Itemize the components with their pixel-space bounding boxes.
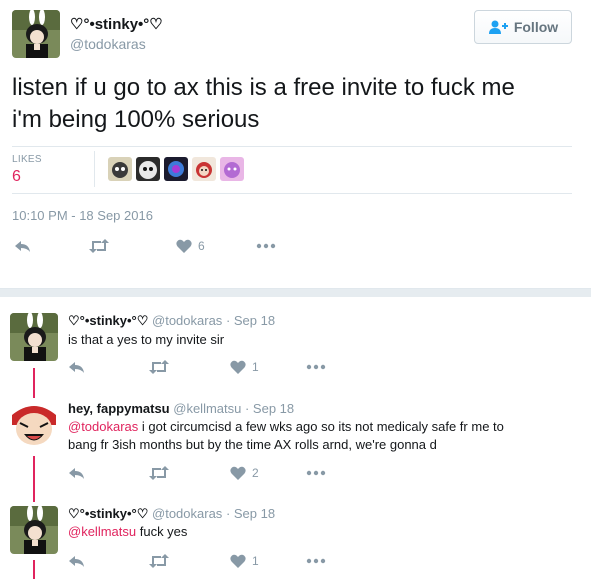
liker-avatar[interactable] (192, 157, 216, 181)
follow-button[interactable]: Follow (474, 10, 572, 44)
liker-avatar[interactable] (136, 157, 160, 181)
reply-button[interactable] (68, 553, 148, 569)
reply-text: @todokaras i got circumcisd a few wks ag… (68, 418, 568, 454)
heart-icon (230, 466, 246, 480)
liker-avatar[interactable] (164, 157, 188, 181)
user-handle[interactable]: @todokaras (152, 313, 222, 328)
like-button[interactable]: 2 (230, 466, 306, 481)
tweet-text: listen if u go to ax this is a free invi… (12, 72, 582, 136)
like-count: 6 (198, 239, 205, 253)
retweet-button[interactable] (148, 553, 230, 569)
tweet-text-line: i'm being 100% serious (12, 106, 260, 133)
tweet-actions: 1 (68, 553, 326, 569)
retweet-icon (149, 360, 169, 374)
timestamp[interactable]: 10:10 PM - 18 Sep 2016 (12, 208, 153, 223)
heart-icon (230, 360, 246, 374)
reply-icon (69, 362, 84, 373)
reply-icon (69, 556, 84, 567)
reply-text-part: bang fr 3ish months but by the time AX r… (68, 437, 437, 452)
mention-link[interactable]: @todokaras (68, 419, 138, 434)
more-button[interactable] (306, 558, 326, 564)
main-tweet: ♡°•stinky•°♡ @todokaras Follow listen if… (0, 0, 591, 288)
heart-icon (230, 554, 246, 568)
display-name[interactable]: ♡°•stinky•°♡ (68, 313, 148, 328)
retweet-icon (149, 466, 169, 480)
tweet-actions: 2 (68, 465, 326, 481)
user-handle[interactable]: @todokaras (152, 506, 222, 521)
reply-date[interactable]: · Sep 18 (245, 401, 294, 416)
more-button[interactable] (306, 364, 326, 370)
reply-text: @kellmatsu fuck yes (68, 523, 568, 541)
liker-avatar[interactable] (220, 157, 244, 181)
reply-icon (15, 241, 30, 252)
follow-label: Follow (513, 19, 559, 35)
divider (12, 146, 572, 147)
reply-tweet: hey, fappymatsu @kellmatsu · Sep 18 @tod… (0, 393, 591, 498)
reply-text: is that a yes to my invite sir (68, 332, 225, 347)
display-name[interactable]: hey, fappymatsu (68, 401, 170, 416)
user-handle[interactable]: @kellmatsu (173, 401, 241, 416)
reply-date[interactable]: · Sep 18 (226, 313, 275, 328)
avatar[interactable] (10, 313, 58, 361)
likers-list (108, 157, 244, 181)
retweet-icon (149, 554, 169, 568)
like-count: 2 (252, 466, 259, 480)
like-count: 1 (252, 360, 259, 374)
reply-header: ♡°•stinky•°♡ @todokaras · Sep 18 (68, 313, 275, 329)
likes-count[interactable]: 6 (12, 168, 21, 186)
retweet-button[interactable] (88, 238, 176, 254)
display-name[interactable]: ♡°•stinky•°♡ (70, 15, 163, 33)
retweet-button[interactable] (148, 359, 230, 375)
retweet-button[interactable] (148, 465, 230, 481)
more-icon (306, 364, 326, 370)
mention-link[interactable]: @kellmatsu (68, 524, 136, 539)
heart-icon (176, 239, 192, 253)
divider (94, 151, 95, 187)
retweet-icon (89, 239, 109, 253)
reply-tweet: ♡°•stinky•°♡ @todokaras · Sep 18 @kellma… (0, 498, 591, 579)
like-button[interactable]: 6 (176, 239, 256, 254)
tweet-text-line: listen if u go to ax this is a free invi… (12, 74, 515, 101)
tweet-actions: 6 (14, 238, 276, 254)
more-icon (306, 470, 326, 476)
like-count: 1 (252, 554, 259, 568)
likes-label: LIKES (12, 154, 42, 165)
avatar[interactable] (10, 506, 58, 554)
reply-icon (69, 468, 84, 479)
reply-header: ♡°•stinky•°♡ @todokaras · Sep 18 (68, 506, 275, 522)
avatar[interactable] (10, 401, 58, 449)
tweet-actions: 1 (68, 359, 326, 375)
reply-date[interactable]: · Sep 18 (226, 506, 275, 521)
display-name[interactable]: ♡°•stinky•°♡ (68, 506, 148, 521)
more-button[interactable] (306, 470, 326, 476)
more-icon (256, 243, 276, 249)
liker-avatar[interactable] (108, 157, 132, 181)
more-icon (306, 558, 326, 564)
avatar[interactable] (12, 10, 60, 58)
reply-header: hey, fappymatsu @kellmatsu · Sep 18 (68, 401, 294, 416)
reply-tweet: ♡°•stinky•°♡ @todokaras · Sep 18 is that… (0, 305, 591, 390)
reply-button[interactable] (68, 465, 148, 481)
divider (12, 193, 572, 194)
reply-text-part: fuck yes (136, 524, 188, 539)
reply-text-part: i got circumcisd a few wks ago so its no… (138, 419, 504, 434)
more-button[interactable] (256, 243, 276, 249)
reply-button[interactable] (68, 359, 148, 375)
reply-button[interactable] (14, 238, 88, 254)
like-button[interactable]: 1 (230, 360, 306, 375)
section-separator (0, 288, 591, 297)
like-button[interactable]: 1 (230, 554, 306, 569)
user-handle[interactable]: @todokaras (70, 36, 146, 52)
follow-person-icon (488, 20, 508, 34)
